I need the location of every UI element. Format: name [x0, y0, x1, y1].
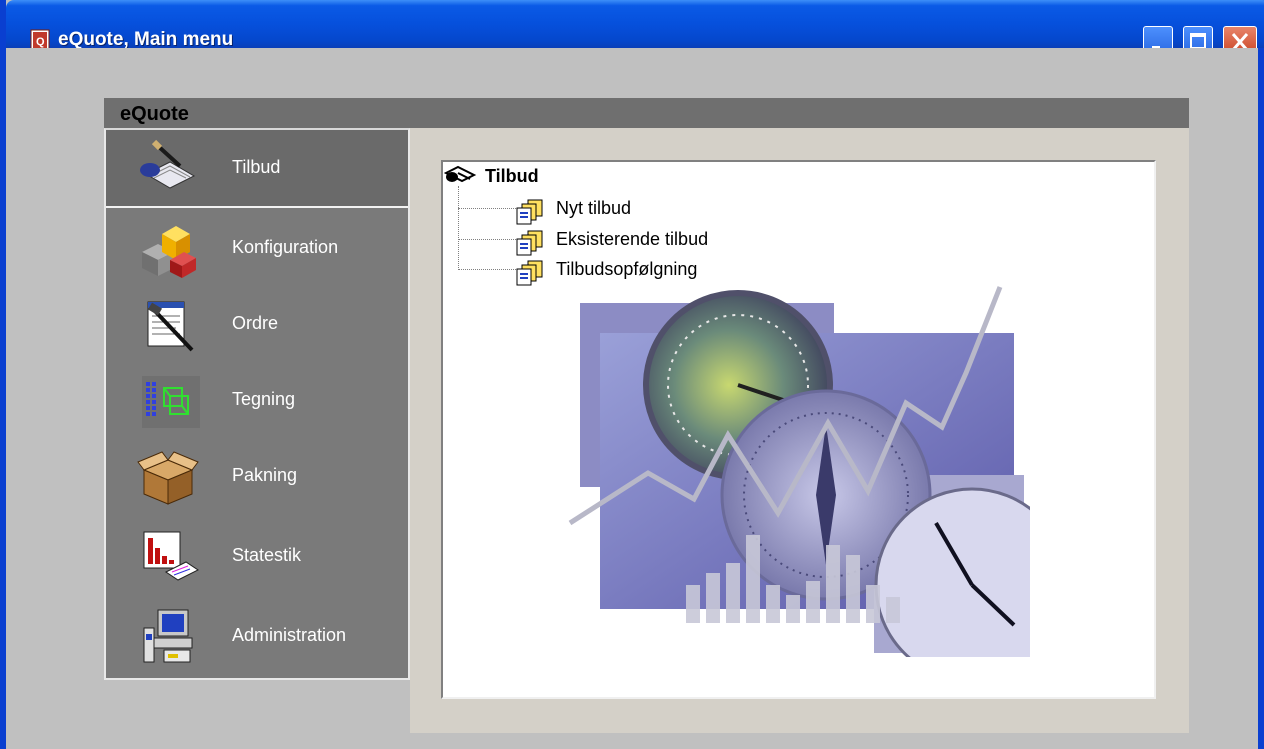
- nav-item-konfiguration[interactable]: Konfiguration: [106, 210, 408, 286]
- quote-pen-icon: [140, 139, 196, 189]
- nav-item-ordre[interactable]: Ordre: [106, 286, 408, 362]
- nav-item-statestik[interactable]: Statestik: [106, 518, 408, 594]
- navigation-menu: Tilbud Konfiguration Ordre Tegning Pakni…: [104, 128, 410, 680]
- nav-item-label: Administration: [232, 625, 347, 645]
- tree-connector: [458, 186, 459, 270]
- tree-item-tilbudsopfolgning[interactable]: Tilbudsopfølgning: [516, 258, 816, 286]
- panel-title: eQuote: [120, 103, 189, 125]
- tree-connector: [458, 269, 516, 270]
- drawing-icon: [142, 376, 200, 428]
- nav-item-label: Tegning: [232, 389, 296, 409]
- admin-computer-icon: [143, 609, 193, 663]
- panel-header: [104, 98, 1189, 128]
- document-stack-icon: [516, 230, 543, 256]
- nav-item-label: Statestik: [232, 545, 302, 565]
- tree-item-label: Eksisterende tilbud: [556, 229, 709, 249]
- tree-connector: [458, 208, 516, 209]
- nav-item-label: Tilbud: [232, 157, 281, 177]
- document-stack-icon: [516, 199, 543, 225]
- nav-item-tegning[interactable]: Tegning: [106, 362, 408, 438]
- tree-item-eksisterende-tilbud[interactable]: Eksisterende tilbud: [516, 228, 816, 256]
- tree-item-label: Tilbudsopfølgning: [556, 259, 698, 279]
- decorative-collage-image: [568, 286, 1030, 657]
- document-stack-icon: [516, 260, 543, 286]
- svg-text:Q: Q: [36, 36, 45, 48]
- nav-item-label: Pakning: [232, 465, 298, 485]
- tree-item-nyt-tilbud[interactable]: Nyt tilbud: [516, 197, 816, 225]
- tree-root-tilbud[interactable]: Tilbud: [485, 166, 539, 187]
- tree-item-label: Nyt tilbud: [556, 198, 632, 218]
- nav-item-administration[interactable]: Administration: [106, 598, 408, 674]
- nav-item-pakning[interactable]: Pakning: [106, 438, 408, 514]
- tree-connector: [458, 239, 516, 240]
- blocks-icon: [142, 226, 196, 278]
- nav-item-tilbud[interactable]: Tilbud: [106, 130, 408, 208]
- nav-item-label: Ordre: [232, 313, 279, 333]
- nav-item-label: Konfiguration: [232, 237, 339, 257]
- title-bar[interactable]: Q eQuote, Main menu: [6, 0, 1264, 58]
- tilbud-tree-icon: [444, 165, 477, 183]
- box-icon: [137, 451, 199, 505]
- statistics-chart-icon: [143, 531, 199, 581]
- order-form-icon: [147, 301, 194, 352]
